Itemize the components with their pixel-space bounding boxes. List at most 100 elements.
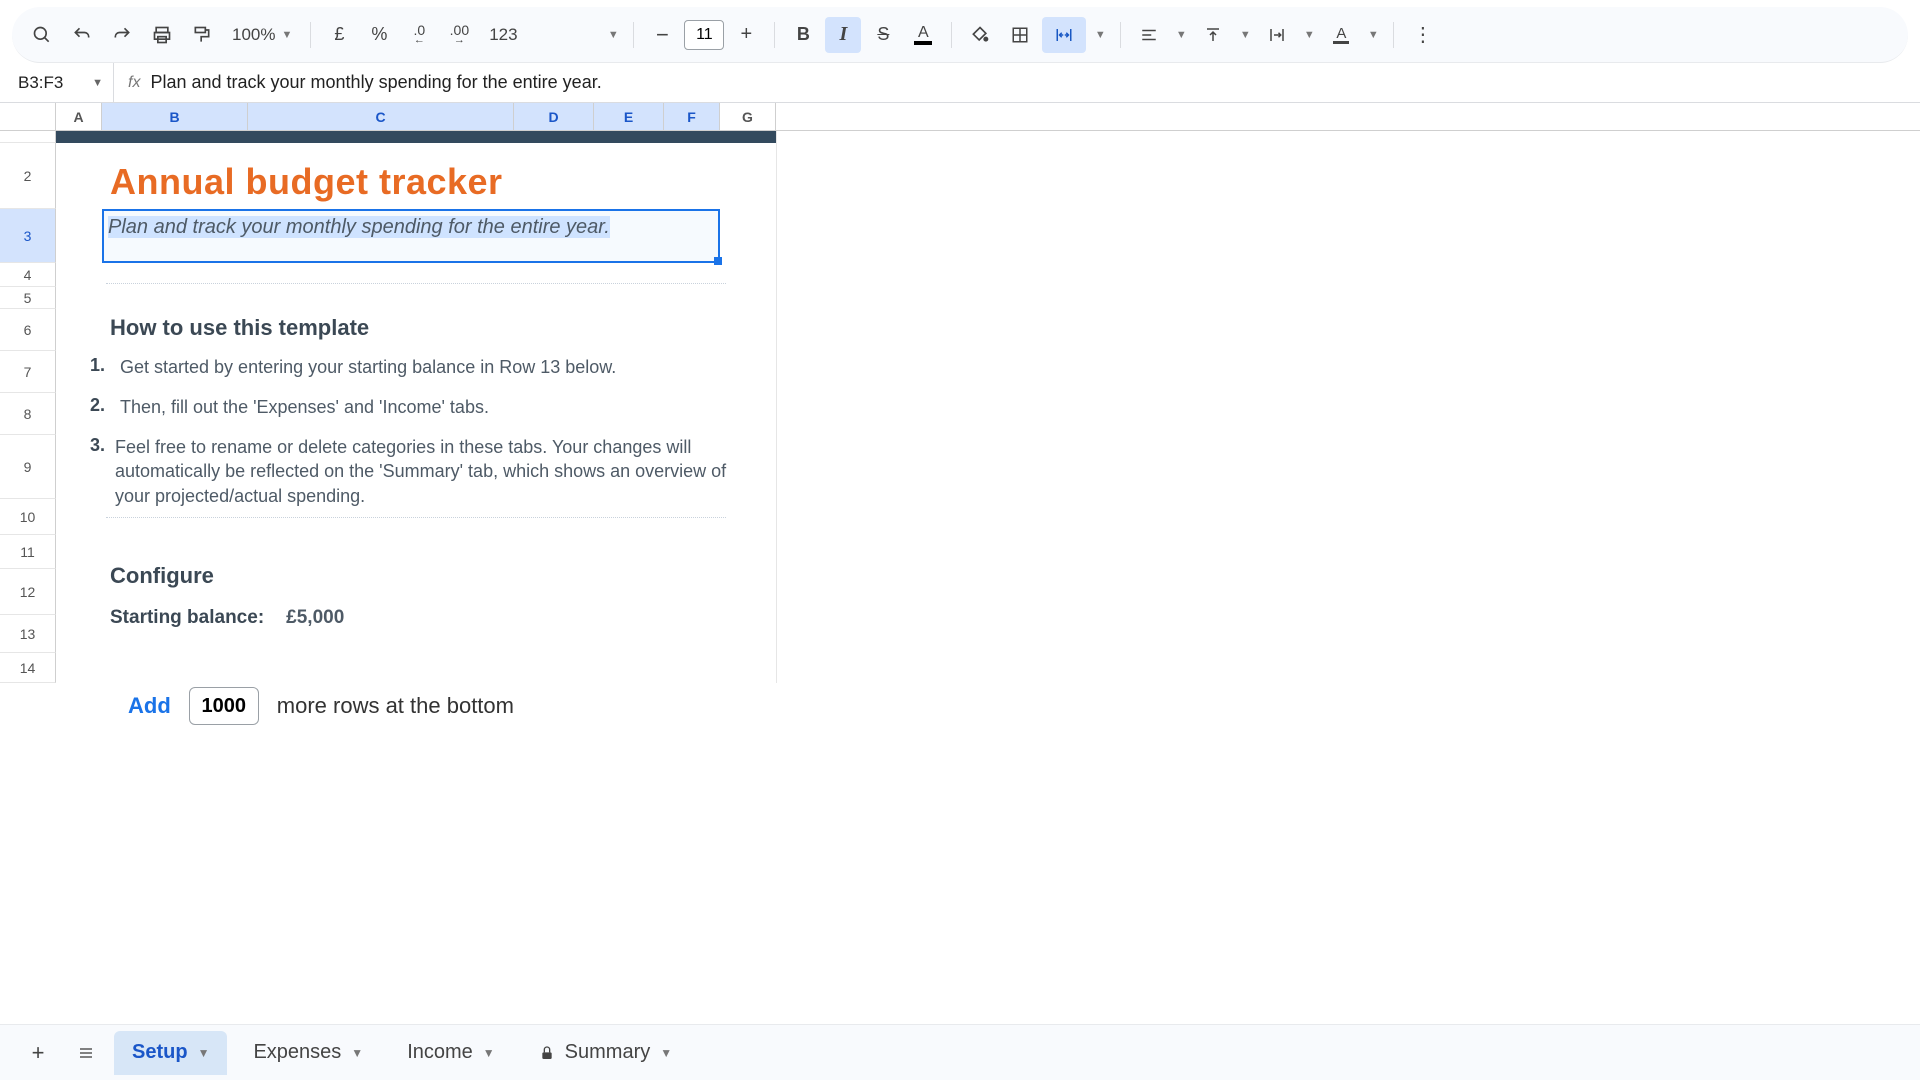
spreadsheet-grid: ABCDEFG 234567891011121314 Annual budget… [0, 103, 1920, 1023]
sheet-tab-bar: + Setup ▼ Expenses ▼ Income ▼ Summary ▼ [0, 1024, 1920, 1080]
decrease-font-button[interactable]: − [644, 17, 680, 53]
step-number: 2. [90, 395, 110, 419]
doc-subtitle: Plan and track your monthly spending for… [108, 216, 610, 238]
divider [106, 283, 726, 284]
separator [951, 22, 952, 48]
cells-area[interactable]: Annual budget tracker Plan and track you… [56, 131, 1920, 683]
column-headers: ABCDEFG [0, 103, 1920, 131]
search-icon[interactable] [24, 17, 60, 53]
row-header-12[interactable]: 12 [0, 569, 56, 615]
column-header-C[interactable]: C [248, 103, 514, 130]
separator [1393, 22, 1394, 48]
header-band [56, 131, 776, 143]
howto-heading: How to use this template [110, 315, 369, 341]
valign-dropdown[interactable]: ▼ [1235, 29, 1255, 41]
chevron-down-icon: ▼ [608, 29, 619, 41]
increase-decimal-button[interactable]: .00 → [441, 17, 477, 53]
chevron-down-icon: ▼ [660, 1046, 672, 1060]
add-rows-suffix: more rows at the bottom [277, 693, 514, 719]
name-box-value: B3:F3 [18, 73, 63, 93]
chevron-down-icon: ▼ [1304, 29, 1315, 41]
column-header-F[interactable]: F [664, 103, 720, 130]
text-wrap-button[interactable] [1259, 17, 1295, 53]
print-icon[interactable] [144, 17, 180, 53]
rotation-dropdown[interactable]: ▼ [1363, 29, 1383, 41]
row-header-1[interactable] [0, 131, 56, 143]
row-header-7[interactable]: 7 [0, 351, 56, 393]
row-header-10[interactable]: 10 [0, 499, 56, 535]
chevron-down-icon: ▼ [198, 1046, 210, 1060]
row-header-2[interactable]: 2 [0, 143, 56, 209]
row-header-13[interactable]: 13 [0, 615, 56, 653]
text-color-button[interactable]: A [905, 17, 941, 53]
chevron-down-icon: ▼ [1240, 29, 1251, 41]
text-rotation-button[interactable]: A [1323, 17, 1359, 53]
strikethrough-button[interactable]: S [865, 17, 901, 53]
halign-dropdown[interactable]: ▼ [1171, 29, 1191, 41]
row-header-11[interactable]: 11 [0, 535, 56, 569]
number-format-button[interactable]: 123 [481, 17, 525, 53]
horizontal-align-button[interactable] [1131, 17, 1167, 53]
currency-button[interactable]: £ [321, 17, 357, 53]
starting-balance-value: £5,000 [286, 607, 344, 629]
column-header-G[interactable]: G [720, 103, 776, 130]
borders-button[interactable] [1002, 17, 1038, 53]
column-header-B[interactable]: B [102, 103, 248, 130]
configure-heading: Configure [110, 563, 214, 589]
chevron-down-icon: ▼ [483, 1046, 495, 1060]
doc-title: Annual budget tracker [110, 161, 503, 203]
formula-input[interactable]: Plan and track your monthly spending for… [150, 72, 1912, 93]
selection-handle[interactable] [714, 257, 722, 265]
add-sheet-button[interactable]: + [18, 1033, 58, 1073]
tab-label: Summary [565, 1041, 651, 1064]
select-all-corner[interactable] [0, 103, 56, 130]
sheet-tab-expenses[interactable]: Expenses ▼ [235, 1031, 381, 1075]
more-toolbar-icon[interactable]: ⋮ [1404, 17, 1440, 53]
font-dropdown[interactable]: ▼ [603, 29, 623, 41]
bold-button[interactable]: B [785, 17, 821, 53]
column-header-D[interactable]: D [514, 103, 594, 130]
redo-icon[interactable] [104, 17, 140, 53]
row-header-9[interactable]: 9 [0, 435, 56, 499]
add-rows-input[interactable] [189, 687, 259, 725]
zoom-dropdown[interactable]: 100% ▼ [224, 25, 300, 45]
paint-format-icon[interactable] [184, 17, 220, 53]
column-header-E[interactable]: E [594, 103, 664, 130]
chevron-down-icon: ▼ [1368, 29, 1379, 41]
row-header-14[interactable]: 14 [0, 653, 56, 683]
chevron-down-icon: ▼ [92, 77, 103, 89]
merge-cells-button[interactable] [1042, 17, 1086, 53]
sheet-tab-setup[interactable]: Setup ▼ [114, 1031, 227, 1075]
column-header-A[interactable]: A [56, 103, 102, 130]
font-size-input[interactable] [684, 20, 724, 50]
all-sheets-button[interactable] [66, 1033, 106, 1073]
row-header-5[interactable]: 5 [0, 287, 56, 309]
separator [310, 22, 311, 48]
merge-dropdown[interactable]: ▼ [1090, 29, 1110, 41]
tab-label: Income [407, 1041, 473, 1064]
increase-font-button[interactable]: + [728, 17, 764, 53]
italic-button[interactable]: I [825, 17, 861, 53]
percent-button[interactable]: % [361, 17, 397, 53]
row-header-3[interactable]: 3 [0, 209, 56, 263]
vertical-align-button[interactable] [1195, 17, 1231, 53]
step-number: 3. [90, 435, 105, 508]
add-rows-control: Add more rows at the bottom [128, 687, 514, 725]
chevron-down-icon: ▼ [281, 29, 292, 41]
row-header-8[interactable]: 8 [0, 393, 56, 435]
separator [1120, 22, 1121, 48]
lock-icon [539, 1045, 555, 1061]
add-rows-button[interactable]: Add [128, 693, 171, 719]
wrap-dropdown[interactable]: ▼ [1299, 29, 1319, 41]
sheet-tab-income[interactable]: Income ▼ [389, 1031, 512, 1075]
undo-icon[interactable] [64, 17, 100, 53]
row-header-6[interactable]: 6 [0, 309, 56, 351]
fill-color-button[interactable] [962, 17, 998, 53]
row-header-4[interactable]: 4 [0, 263, 56, 287]
step-text: Feel free to rename or delete categories… [115, 435, 730, 508]
decrease-decimal-button[interactable]: .0 ← [401, 17, 437, 53]
sheet-tab-summary[interactable]: Summary ▼ [521, 1031, 690, 1075]
name-box[interactable]: B3:F3 ▼ [8, 63, 114, 102]
fx-icon: fx [128, 74, 140, 92]
separator [633, 22, 634, 48]
